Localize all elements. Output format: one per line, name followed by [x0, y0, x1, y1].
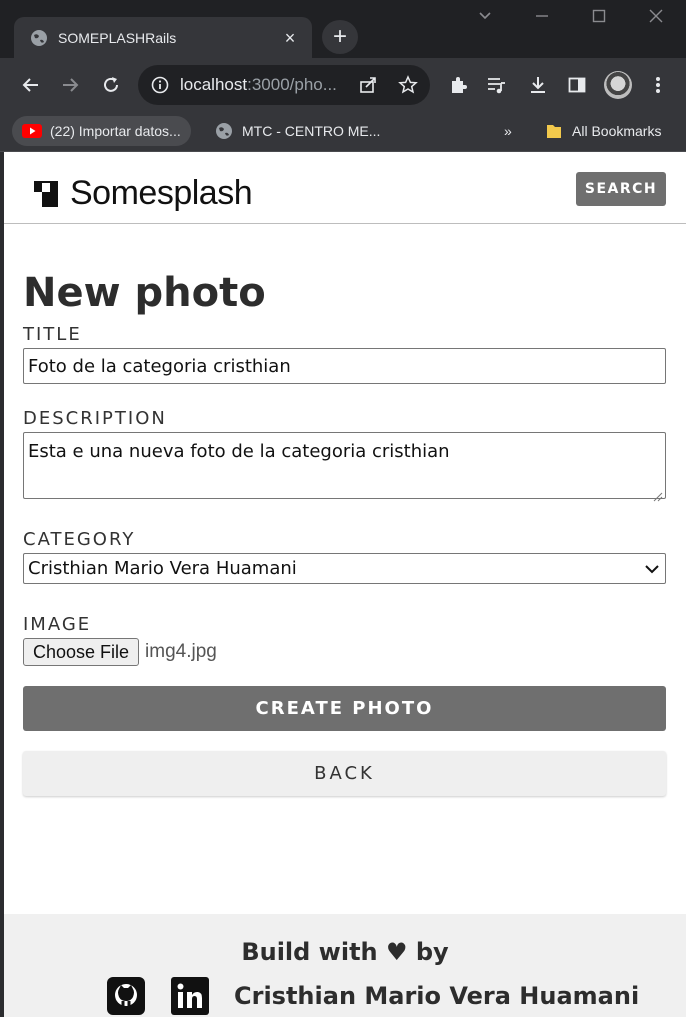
address-bar[interactable]: localhost:3000/pho...	[138, 65, 430, 105]
folder-icon	[544, 123, 564, 139]
site-logo[interactable]: Somesplash	[34, 174, 253, 213]
image-label: IMAGE	[23, 614, 92, 635]
url-host: localhost	[180, 75, 248, 94]
profile-avatar[interactable]	[604, 71, 632, 99]
footer-credit: Build with ♥ by	[241, 938, 449, 966]
site-footer: Build with ♥ by Cristhian Mario Vera Hua…	[4, 914, 686, 1017]
youtube-icon	[22, 123, 42, 139]
choose-file-button[interactable]: Choose File	[23, 638, 140, 666]
side-panel-icon[interactable]	[564, 72, 590, 98]
url-path: :3000/pho...	[247, 75, 337, 94]
resize-grip-icon[interactable]	[653, 486, 663, 502]
share-icon[interactable]	[355, 72, 381, 98]
footer-author-name: Cristhian Mario Vera Huamani	[234, 982, 640, 1010]
github-icon[interactable]	[106, 976, 146, 1016]
url-text: localhost:3000/pho...	[180, 75, 337, 95]
page-title: New photo	[23, 270, 266, 316]
close-window-icon[interactable]	[644, 8, 668, 29]
new-photo-form: New photo TITLE Foto de la categoria cri…	[23, 270, 666, 796]
category-label: CATEGORY	[23, 529, 136, 550]
bookmark-star-icon[interactable]	[395, 72, 421, 98]
chevron-down-icon	[645, 558, 659, 579]
maximize-icon[interactable]	[587, 8, 611, 29]
all-bookmarks[interactable]: All Bookmarks	[534, 116, 671, 146]
web-page: Somesplash SEARCH New photo TITLE Foto d…	[4, 152, 686, 1017]
new-tab-button[interactable]: +	[322, 20, 358, 54]
linkedin-icon[interactable]	[170, 976, 210, 1016]
tab-search-icon[interactable]	[473, 8, 497, 29]
globe-icon	[214, 123, 234, 139]
forward-arrow-icon[interactable]	[57, 72, 83, 98]
description-textarea[interactable]: Esta e una nueva foto de la categoria cr…	[23, 432, 666, 502]
site-header: Somesplash SEARCH	[4, 152, 686, 224]
search-button[interactable]: SEARCH	[576, 172, 666, 206]
minimize-icon[interactable]	[530, 8, 554, 29]
image-file-input[interactable]: Choose File img4.jpg	[23, 638, 666, 666]
browser-toolbar: localhost:3000/pho...	[0, 58, 686, 112]
reload-icon[interactable]	[98, 72, 124, 98]
logo-mark-icon	[34, 180, 58, 207]
media-queue-icon[interactable]	[484, 72, 510, 98]
title-input[interactable]: Foto de la categoria cristhian	[23, 348, 666, 384]
category-select[interactable]: Cristhian Mario Vera Huamani	[23, 553, 666, 584]
category-selected-value: Cristhian Mario Vera Huamani	[28, 558, 297, 579]
description-label: DESCRIPTION	[23, 408, 167, 429]
footer-author-row: Cristhian Mario Vera Huamani	[106, 976, 639, 1016]
bookmarks-overflow[interactable]: »	[498, 116, 518, 146]
description-text: Esta e una nueva foto de la categoria cr…	[28, 441, 450, 462]
tab-title: SOMEPLASHRails	[58, 29, 177, 46]
create-photo-button[interactable]: CREATE PHOTO	[23, 686, 666, 731]
extensions-icon[interactable]	[445, 72, 471, 98]
site-info-icon[interactable]	[150, 75, 170, 95]
browser-tab[interactable]: SOMEPLASHRails ×	[14, 17, 312, 58]
bookmark-youtube[interactable]: (22) Importar datos...	[12, 116, 191, 146]
all-bookmarks-label: All Bookmarks	[572, 123, 662, 139]
selected-file-name: img4.jpg	[145, 641, 217, 662]
kebab-menu-icon[interactable]	[645, 72, 671, 98]
bookmark-mtc[interactable]: MTC - CENTRO ME...	[204, 116, 390, 146]
browser-tab-strip: SOMEPLASHRails × +	[0, 0, 686, 58]
logo-text: Somesplash	[70, 174, 253, 212]
download-icon[interactable]	[525, 72, 551, 98]
globe-icon	[30, 29, 48, 47]
tab-close-icon[interactable]: ×	[280, 28, 300, 48]
back-button[interactable]: BACK	[23, 751, 666, 796]
bookmark-label: (22) Importar datos...	[50, 123, 181, 139]
title-label: TITLE	[23, 324, 82, 345]
bookmarks-bar: (22) Importar datos... MTC - CENTRO ME..…	[0, 112, 686, 152]
bookmark-label: MTC - CENTRO ME...	[242, 123, 381, 139]
back-arrow-icon[interactable]	[18, 72, 44, 98]
